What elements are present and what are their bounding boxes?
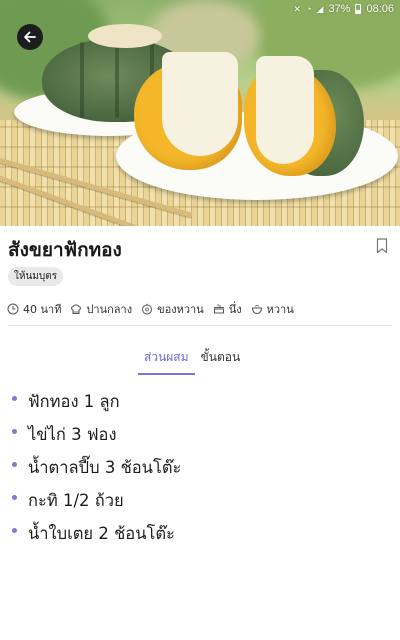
ingredient-text: ฟักทอง 1 ลูก	[28, 391, 120, 411]
tab-ingredients[interactable]: ส่วนผสม	[138, 346, 195, 375]
custard-filling	[162, 52, 238, 156]
ingredient-text: กะทิ 1/2 ถ้วย	[28, 490, 124, 510]
bullet-icon	[12, 428, 17, 434]
ingredient-text: ไข่ไก่ 3 ฟอง	[28, 424, 117, 444]
divider	[8, 325, 392, 326]
list-item: น้ำใบเตย 2 ช้อนโต๊ะ	[12, 517, 181, 550]
signal-icon: ◢	[316, 3, 324, 14]
back-button[interactable]	[17, 24, 43, 50]
mute-icon: ✕	[293, 3, 302, 14]
meta-taste: หวาน	[251, 300, 294, 318]
bullet-icon	[12, 461, 17, 467]
battery-icon	[355, 4, 362, 14]
list-item: ไข่ไก่ 3 ฟอง	[12, 418, 181, 451]
arrow-left-icon	[24, 31, 36, 43]
ingredient-text: น้ำใบเตย 2 ช้อนโต๊ะ	[28, 523, 175, 543]
bullet-icon	[12, 527, 17, 533]
meta-difficulty-label: ปานกลาง	[86, 303, 133, 316]
recipe-title: สังขยาฟักทอง	[8, 239, 122, 261]
list-item: กะทิ 1/2 ถ้วย	[12, 484, 181, 517]
tag-badge[interactable]: ให้นมบุตร	[8, 267, 64, 286]
pumpkin-lid	[88, 24, 162, 48]
meta-category: ของหวาน	[141, 300, 204, 318]
clock-icon	[7, 303, 19, 315]
meta-method-label: นึ่ง	[228, 303, 242, 316]
meta-method: นึ่ง	[213, 300, 242, 318]
bookmark-button[interactable]	[376, 238, 388, 258]
bullet-icon	[12, 494, 17, 500]
list-item: น้ำตาลปี๊บ 3 ช้อนโต๊ะ	[12, 451, 181, 484]
battery-percent: 37%	[328, 3, 351, 15]
bookmark-icon	[376, 238, 388, 254]
tab-steps[interactable]: ขั้นตอน	[195, 346, 247, 375]
taste-icon	[251, 304, 262, 315]
status-bar: ✕ ◔ ◢ 37% 08:06	[294, 1, 394, 17]
recipe-meta-row: 40 นาที ปานกลาง ของหวาน นึ่ง หวาน	[7, 300, 294, 318]
meta-difficulty: ปานกลาง	[70, 300, 132, 318]
list-item: ฟักทอง 1 ลูก	[12, 385, 181, 418]
custard-filling	[256, 56, 314, 164]
bullet-icon	[12, 395, 17, 401]
steamer-icon	[213, 304, 224, 314]
recipe-hero-image	[0, 0, 400, 226]
meta-category-label: ของหวาน	[157, 303, 204, 316]
meta-time: 40 นาที	[7, 300, 61, 318]
meta-taste-label: หวาน	[266, 303, 294, 316]
ingredient-text: น้ำตาลปี๊บ 3 ช้อนโต๊ะ	[28, 457, 182, 477]
meta-time-label: 40 นาที	[23, 303, 62, 316]
ingredient-list: ฟักทอง 1 ลูก ไข่ไก่ 3 ฟอง น้ำตาลปี๊บ 3 ช…	[12, 385, 181, 550]
clock-time: 08:06	[366, 3, 394, 15]
chef-hat-icon	[71, 304, 82, 314]
dessert-icon	[142, 303, 153, 315]
wifi-icon: ◔	[306, 4, 312, 14]
recipe-tabs: ส่วนผสม ขั้นตอน	[138, 346, 246, 375]
